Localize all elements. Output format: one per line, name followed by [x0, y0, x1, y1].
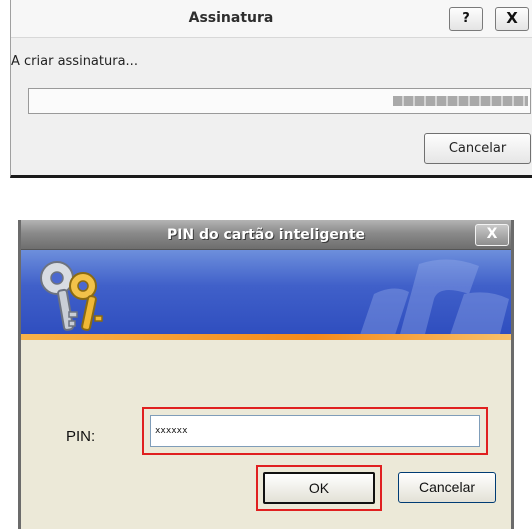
pin-dialog: PIN do cartão inteligente X PIN: OK — [18, 220, 514, 529]
help-button[interactable]: ? — [449, 7, 483, 31]
ok-button[interactable]: OK — [263, 472, 375, 504]
pin-dialog-banner — [21, 250, 511, 340]
keys-icon — [40, 261, 103, 331]
banner-accent-stripe — [21, 334, 511, 340]
watermark-icon — [359, 259, 509, 338]
cancel-signing-button[interactable]: Cancelar — [424, 133, 531, 164]
signing-progress-bar — [28, 88, 531, 114]
signing-status-text: A criar assinatura... — [11, 54, 138, 69]
ok-highlight-frame: OK — [256, 465, 382, 511]
signing-dialog-title: Assinatura — [188, 10, 274, 26]
pin-dialog-titlebar[interactable]: PIN do cartão inteligente X — [21, 220, 511, 250]
cancel-pin-button[interactable]: Cancelar — [398, 472, 496, 503]
pin-highlight-frame — [142, 407, 488, 455]
signing-dialog: Assinatura ? X A criar assinatura... Can… — [10, 0, 532, 178]
progress-bar-fill — [393, 96, 528, 106]
pin-label: PIN: — [66, 428, 96, 445]
signing-dialog-titlebar[interactable]: Assinatura ? X — [11, 0, 532, 38]
pin-input[interactable] — [150, 415, 480, 447]
close-button[interactable]: X — [495, 7, 529, 31]
pin-dialog-close-button[interactable]: X — [475, 224, 509, 246]
pin-dialog-title: PIN do cartão inteligente — [166, 227, 366, 243]
